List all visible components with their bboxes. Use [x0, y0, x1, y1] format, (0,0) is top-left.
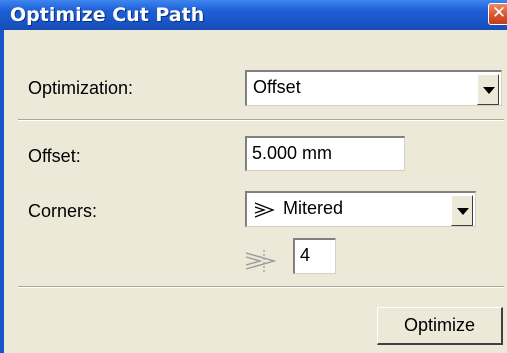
miter-limit-icon: [245, 250, 277, 272]
window-title: Optimize Cut Path: [10, 4, 205, 26]
separator: [18, 286, 504, 288]
close-button[interactable]: ✕: [488, 3, 507, 25]
close-icon: ✕: [491, 3, 507, 23]
optimize-cut-path-dialog: Optimize Cut Path ✕ Optimization: Offset…: [0, 0, 507, 353]
corners-dropdown-arrow[interactable]: [451, 195, 473, 226]
optimize-button[interactable]: Optimize: [377, 307, 503, 345]
optimization-dropdown-arrow[interactable]: [477, 74, 499, 105]
separator: [18, 119, 504, 121]
corners-dropdown[interactable]: Mitered: [245, 191, 476, 227]
mitered-corner-icon: [254, 202, 275, 218]
miter-limit-input[interactable]: 4: [293, 238, 336, 274]
offset-input[interactable]: 5.000 mm: [245, 136, 405, 171]
dialog-body: Optimization: Offset Offset: 5.000 mm Co…: [0, 30, 507, 353]
corners-value: Mitered: [283, 198, 344, 218]
offset-label: Offset:: [28, 146, 81, 166]
title-bar[interactable]: Optimize Cut Path ✕: [0, 0, 507, 30]
optimization-value: Offset: [253, 77, 301, 97]
optimization-label: Optimization:: [28, 78, 134, 98]
corners-label: Corners:: [28, 201, 98, 221]
optimization-dropdown[interactable]: Offset: [245, 70, 502, 106]
